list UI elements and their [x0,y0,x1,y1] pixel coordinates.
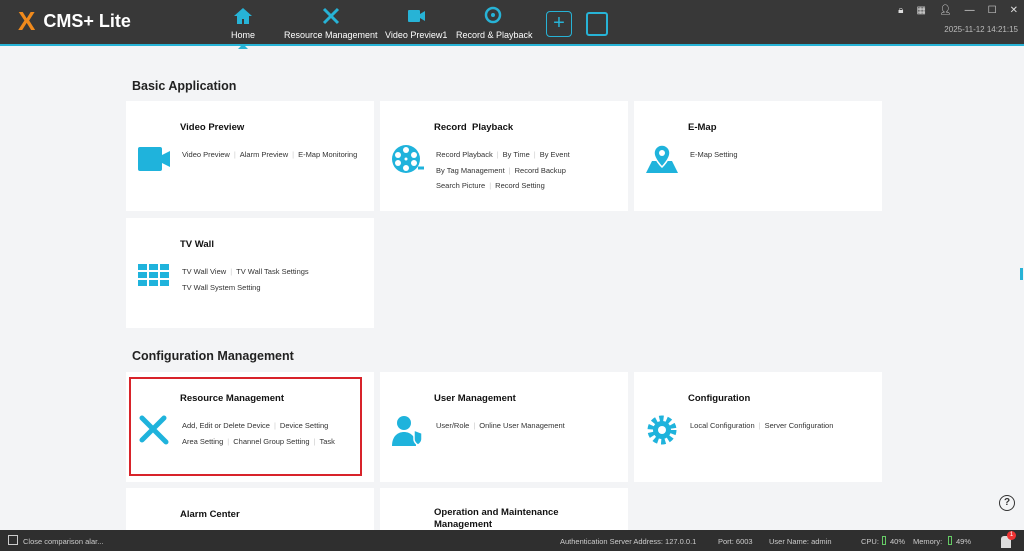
map-pin-icon [646,144,678,173]
nav-label: Record & Playback [456,30,533,40]
memory-label: Memory: [913,537,943,546]
card-title: Operation and Maintenance Management [434,507,559,530]
link-record-playback[interactable]: Record Playback [436,150,493,159]
lock-icon[interactable]: 🔒︎ [898,5,903,16]
card-alarm-center[interactable]: Alarm Center [126,488,374,530]
app-title: CMS+ Lite [43,10,131,31]
cpu-value: 40% [890,537,906,546]
card-title: TV Wall [180,239,214,250]
port: Port: 6003 [718,537,753,546]
minimize-button[interactable]: — [965,5,975,16]
gear-icon [647,415,677,445]
home-icon [234,8,252,24]
video-camera-icon [408,10,426,22]
tv-wall-grid-icon [138,264,169,286]
link-tv-wall-view[interactable]: TV Wall View [182,267,226,276]
app-logo: X CMS+ Lite [18,6,131,36]
window-icon [8,535,18,545]
maximize-button[interactable]: ☐ [988,5,997,16]
alarm-badge: 1 [1007,531,1016,540]
highlight-box [129,377,362,476]
film-reel-icon [392,145,424,173]
cpu-label: CPU: [861,537,879,546]
header-bar: X CMS+ Lite Home Resource Management Vide… [0,0,1024,49]
nav-label: Video Preview1 [385,30,448,40]
nav-record-playback[interactable]: Record & Playback [456,6,533,40]
user-icon[interactable]: 👤︎ [939,5,952,16]
link-tv-wall-task-settings[interactable]: TV Wall Task Settings [236,267,309,276]
link-user-role[interactable]: User/Role [436,421,469,430]
link-by-time[interactable]: By Time [503,150,530,159]
card-record-playback[interactable]: Record Playback Record Playback | By Time |… [380,101,628,211]
cpu-battery-icon [882,536,886,545]
link-tv-wall-system-setting[interactable]: TV Wall System Setting [182,283,261,292]
clear-brush-icon[interactable] [586,12,608,36]
film-reel-icon [485,6,502,24]
add-tab-button[interactable]: + [546,11,572,37]
help-button[interactable]: ? [999,495,1015,511]
video-camera-icon [138,147,170,171]
scrollbar[interactable] [1020,268,1023,280]
link-emap-monitoring[interactable]: E-Map Monitoring [298,150,357,159]
section-basic-application: Basic Application [132,79,237,93]
tools-icon [322,7,339,25]
card-operation-maintenance[interactable]: Operation and Maintenance Management [380,488,628,530]
logo-x-icon: X [18,6,36,36]
notification-text[interactable]: Close comparison alar... [23,537,103,546]
user-shield-icon [392,416,423,446]
memory-value: 49% [956,537,972,546]
card-title: User Management [434,393,516,404]
card-title: Video Preview [180,122,245,133]
card-title: Record Playback [434,122,514,133]
link-record-backup[interactable]: Record Backup [515,166,566,175]
grid-icon[interactable]: ▦ [916,5,925,16]
link-local-configuration[interactable]: Local Configuration [690,421,755,430]
nav-video-preview[interactable]: Video Preview1 [385,6,447,40]
window-controls: 🔒︎ ▦ 👤︎ — ☐ ✕ [898,5,1018,16]
card-emap[interactable]: E-Map E-Map Setting [634,101,882,211]
link-emap-setting[interactable]: E-Map Setting [690,150,738,159]
section-configuration-management: Configuration Management [132,349,294,363]
memory-battery-icon [948,536,952,545]
card-configuration[interactable]: Configuration Local Configuration | Server… [634,372,882,482]
status-bar: Close comparison alar... Authentication … [0,530,1024,551]
link-online-user-management[interactable]: Online User Management [479,421,564,430]
nav-home[interactable]: Home [231,6,256,49]
link-record-setting[interactable]: Record Setting [495,181,545,190]
link-alarm-preview[interactable]: Alarm Preview [240,150,288,159]
link-search-picture[interactable]: Search Picture [436,181,485,190]
card-tv-wall[interactable]: TV Wall TV Wall View | TV Wall Task Settin… [126,218,374,328]
nav-label: Home [231,30,256,40]
nav-label: Resource Management [284,30,378,40]
link-server-configuration[interactable]: Server Configuration [765,421,834,430]
link-by-tag-management[interactable]: By Tag Management [436,166,505,175]
close-button[interactable]: ✕ [1010,5,1018,16]
card-title: Configuration [688,393,751,404]
datetime: 2025-11-12 14:21:15 [944,25,1018,34]
card-video-preview[interactable]: Video Preview Video Preview | Alarm Previe… [126,101,374,211]
user-name: User Name: admin [769,537,832,546]
link-video-preview[interactable]: Video Preview [182,150,230,159]
link-by-event[interactable]: By Event [540,150,570,159]
card-title: E-Map [688,122,717,133]
card-title: Alarm Center [180,509,240,520]
card-user-management[interactable]: User Management User/Role | Online User Ma… [380,372,628,482]
nav-resource-management[interactable]: Resource Management [284,6,378,40]
auth-server-address: Authentication Server Address: 127.0.0.1 [560,537,697,546]
